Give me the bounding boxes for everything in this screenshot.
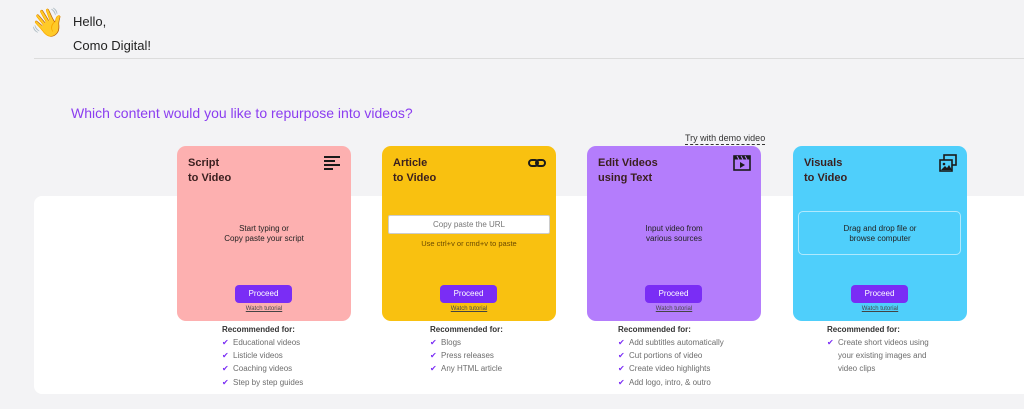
list-item: your existing images and xyxy=(838,351,927,361)
page-question: Which content would you like to repurpos… xyxy=(71,105,413,121)
check-icon: ✔ xyxy=(618,364,625,374)
card-script-to-video[interactable]: Script to Video Start typing or Copy pas… xyxy=(177,146,351,321)
list-item: ✔ Educational videos xyxy=(222,336,303,349)
waving-hand-icon: 👋 xyxy=(30,6,65,39)
recommended-edit-videos: Recommended for: ✔ Add subtitles automati… xyxy=(618,325,724,389)
list-item: ✔ Create short videos using xyxy=(827,336,929,349)
check-icon: ✔ xyxy=(430,338,437,347)
check-icon: ✔ xyxy=(430,364,437,374)
list-item: ✔ Coaching videos xyxy=(222,362,303,375)
list-item: ✔ Add subtitles automatically xyxy=(618,336,724,349)
paste-hint: Use ctrl+v or cmd+v to paste xyxy=(421,239,517,248)
watch-tutorial-link[interactable]: Watch tutorial xyxy=(793,306,967,312)
recommended-title: Recommended for: xyxy=(618,325,691,334)
try-demo-video-link[interactable]: Try with demo video xyxy=(685,133,766,145)
watch-tutorial-link[interactable]: Watch tutorial xyxy=(177,306,351,312)
watch-tutorial-link[interactable]: Watch tutorial xyxy=(587,306,761,312)
list-item: ✔ Add logo, intro, & outro xyxy=(618,376,724,389)
card-title: Edit Videos using Text xyxy=(598,157,658,184)
list-item: ✔ Cut portions of video xyxy=(618,349,724,362)
url-input[interactable] xyxy=(388,215,550,234)
list-item: ✔ Step by step guides xyxy=(222,376,303,389)
card-article-to-video[interactable]: Article to Video Use ctrl+v or cmd+v to … xyxy=(382,146,556,321)
list-item: video clips xyxy=(838,364,876,374)
card-title: Visuals to Video xyxy=(804,157,848,184)
card-title: Article to Video xyxy=(393,157,437,184)
list-item: ✔ Blogs xyxy=(430,336,503,349)
header: 👋 Hello, Como Digital! xyxy=(0,0,1024,60)
recommended-article: Recommended for: ✔ Blogs ✔ Press releases … xyxy=(430,325,503,376)
watch-tutorial-link[interactable]: Watch tutorial xyxy=(382,306,556,312)
check-icon: ✔ xyxy=(618,377,625,387)
video-clapper-icon xyxy=(733,155,751,171)
proceed-button[interactable]: Proceed xyxy=(235,285,292,303)
list-item: ✔ Any HTML article xyxy=(430,362,503,375)
company-name: Como Digital! xyxy=(73,38,152,53)
recommended-title: Recommended for: xyxy=(222,325,295,334)
check-icon: ✔ xyxy=(222,364,229,374)
card-description: Start typing or Copy paste your script xyxy=(224,224,304,243)
proceed-button[interactable]: Proceed xyxy=(440,285,497,303)
card-edit-videos-using-text[interactable]: Edit Videos using Text Input video from … xyxy=(587,146,761,321)
greeting: Hello, xyxy=(73,14,107,29)
recommended-visuals: Recommended for: ✔ Create short videos us… xyxy=(827,325,929,376)
recommended-script: Recommended for: ✔ Educational videos ✔ Li… xyxy=(222,325,303,389)
images-icon xyxy=(939,154,957,172)
check-icon: ✔ xyxy=(827,338,834,347)
check-icon: ✔ xyxy=(618,351,625,361)
recommended-title: Recommended for: xyxy=(430,325,503,334)
check-icon: ✔ xyxy=(430,351,437,361)
card-description: Input video from various sources xyxy=(645,224,703,243)
check-icon: ✔ xyxy=(222,351,229,361)
list-item: ✔ Create video highlights xyxy=(618,362,724,375)
check-icon: ✔ xyxy=(222,338,229,347)
recommended-title: Recommended for: xyxy=(827,325,900,334)
header-divider xyxy=(34,58,1024,59)
card-description: Drag and drop file or browse computer xyxy=(843,224,917,243)
check-icon: ✔ xyxy=(222,377,229,387)
card-visuals-to-video[interactable]: Visuals to Video Drag and drop file or b… xyxy=(793,146,967,321)
list-item: ✔ Listicle videos xyxy=(222,349,303,362)
proceed-button[interactable]: Proceed xyxy=(645,285,702,303)
text-lines-icon xyxy=(324,156,340,170)
card-title: Script to Video xyxy=(188,157,232,184)
check-icon: ✔ xyxy=(618,338,625,347)
list-item: ✔ Press releases xyxy=(430,349,503,362)
link-icon xyxy=(528,159,546,167)
proceed-button[interactable]: Proceed xyxy=(851,285,908,303)
